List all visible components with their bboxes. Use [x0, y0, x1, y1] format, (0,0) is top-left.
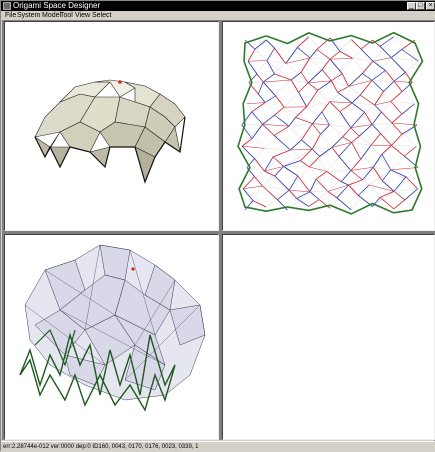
- menu-view[interactable]: View: [75, 11, 90, 20]
- maximize-button[interactable]: □: [416, 2, 425, 10]
- app-window: Origami Space Designer _ □ × File System…: [0, 0, 435, 451]
- transparent-model-drawing: [5, 235, 220, 441]
- window-title: Origami Space Designer: [13, 1, 100, 10]
- crease-pattern-view[interactable]: [222, 21, 435, 231]
- 3d-folded-view[interactable]: [4, 21, 219, 231]
- minimize-button[interactable]: _: [407, 2, 416, 10]
- menu-select[interactable]: Select: [92, 11, 111, 20]
- menu-system[interactable]: System: [17, 11, 40, 20]
- empty-view[interactable]: [222, 234, 435, 440]
- menu-model[interactable]: Model: [42, 11, 61, 20]
- transparent-3d-view[interactable]: [4, 234, 219, 440]
- folded-shell-drawing: [5, 22, 220, 232]
- menu-file[interactable]: File: [5, 11, 16, 20]
- status-bar: err:2.28744e-012 ver:0000 dep:0 ID160, 0…: [1, 441, 435, 452]
- status-text: err:2.28744e-012 ver:0000 dep:0 ID160, 0…: [3, 444, 199, 450]
- viewport-area: [2, 20, 435, 440]
- menu-bar: File System Model Tool View Select: [1, 11, 435, 20]
- close-button[interactable]: ×: [426, 2, 435, 10]
- title-bar[interactable]: Origami Space Designer _ □ ×: [1, 1, 435, 11]
- crease-pattern-drawing: [223, 22, 435, 232]
- app-icon[interactable]: [3, 2, 11, 10]
- menu-tool[interactable]: Tool: [60, 11, 73, 20]
